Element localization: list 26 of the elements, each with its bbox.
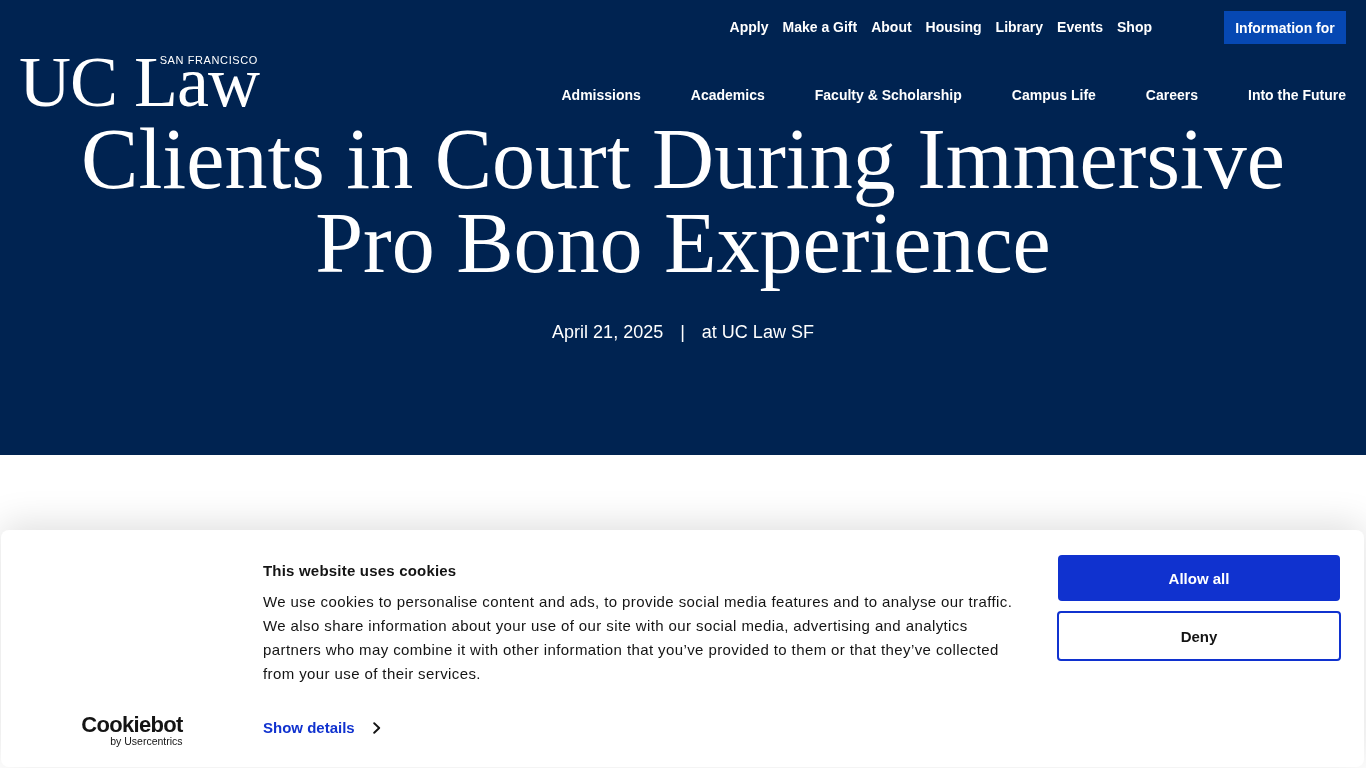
- article-location: at UC Law SF: [701, 321, 814, 343]
- main-nav-link[interactable]: Into the Future: [1248, 87, 1346, 104]
- information-for-button[interactable]: Information for: [1224, 11, 1346, 44]
- nav-link[interactable]: Make a Gift: [782, 19, 858, 36]
- cookie-title: This website uses cookies: [263, 562, 458, 580]
- nav-link[interactable]: Housing: [925, 19, 982, 36]
- nav-link[interactable]: About: [871, 19, 912, 36]
- nav-link[interactable]: Events: [1057, 19, 1103, 36]
- nav-link[interactable]: Apply: [729, 19, 769, 36]
- deny-button[interactable]: Deny: [1057, 611, 1341, 661]
- brand-byline: by Usercentrics: [110, 736, 183, 747]
- article-title: Clients in Court During Immersive Pro Bono Experience: [80, 117, 1286, 293]
- main-nav-link[interactable]: Campus Life: [1011, 87, 1096, 104]
- brand-wordmark: Cookiebot: [81, 715, 183, 735]
- nav-link[interactable]: Library: [995, 19, 1044, 36]
- show-details-link[interactable]: Show details: [263, 718, 381, 738]
- main-nav-link[interactable]: Admissions: [561, 87, 641, 104]
- main-nav-link[interactable]: Faculty & Scholarship: [814, 87, 962, 104]
- main-nav-link[interactable]: Academics: [690, 87, 765, 104]
- meta-separator: |: [680, 321, 685, 343]
- chevron-icon: [372, 722, 381, 734]
- nav-link[interactable]: Shop: [1117, 19, 1152, 36]
- main-nav-link[interactable]: Careers: [1145, 87, 1198, 104]
- allow-all-button[interactable]: Allow all: [1058, 555, 1340, 601]
- article-date: April 21, 2025: [552, 321, 664, 343]
- cookie-text: We use cookies to personalise content and ads, to provide social media features and to analyse our traffic. We also share information about your use of our site with our social media, advertising and analytics partners who may combine it with other information that you’ve provided to them or that they’ve collected from your use of their services.: [263, 592, 1014, 684]
